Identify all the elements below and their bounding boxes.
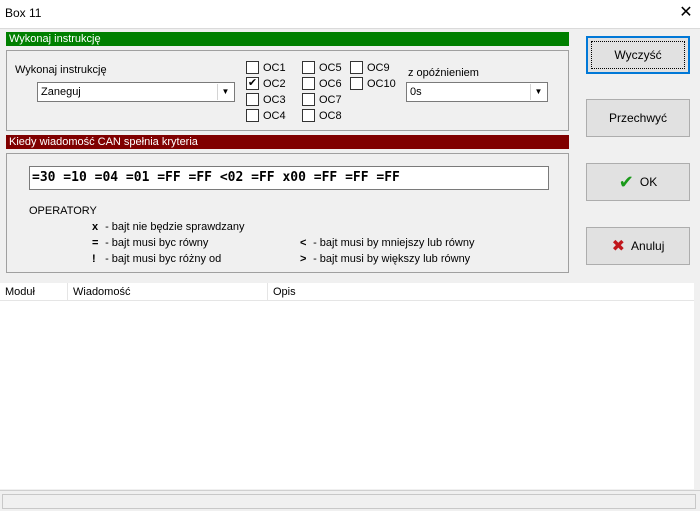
- clear-button[interactable]: Wyczyść: [586, 36, 690, 74]
- criteria-input[interactable]: =30 =10 =04 =01 =FF =FF <02 =FF x00 =FF …: [29, 166, 549, 190]
- oc-column-2: OC5 OC6 OC7 OC8: [302, 61, 342, 125]
- oc5-checkbox[interactable]: [302, 61, 315, 74]
- delay-label: z opóźnieniem: [408, 67, 479, 79]
- capture-button-label: Przechwyć: [608, 111, 667, 125]
- title-bar: Box 11 ✕: [0, 0, 700, 28]
- operator-dash: -: [105, 253, 112, 265]
- oc1-checkbox[interactable]: [246, 61, 259, 74]
- operator-dash: -: [313, 253, 320, 265]
- oc4-label: OC4: [263, 109, 286, 122]
- operator-row: x - bajt nie będzie sprawdzany: [92, 221, 245, 237]
- execute-section-title: Wykonaj instrukcję: [9, 33, 101, 45]
- oc-checkbox-row[interactable]: OC7: [302, 93, 342, 109]
- oc7-checkbox[interactable]: [302, 93, 315, 106]
- operator-row: < - bajt musi by mniejszy lub równy: [300, 237, 474, 253]
- criteria-section-header: Kiedy wiadomość CAN spełnia kryteria: [6, 135, 569, 149]
- cancel-button-label: Anuluj: [631, 239, 665, 253]
- oc-checkbox-row[interactable]: OC8: [302, 109, 342, 125]
- operator-description: bajt musi byc różny od: [111, 253, 222, 265]
- chevron-down-icon[interactable]: ▼: [530, 84, 546, 100]
- instruction-select[interactable]: Zaneguj ▼: [37, 82, 235, 102]
- checkmark-icon: ✔: [618, 171, 634, 192]
- operators-left: x - bajt nie będzie sprawdzany = - bajt …: [92, 221, 245, 269]
- capture-button[interactable]: Przechwyć: [586, 99, 690, 137]
- list-header: Moduł Wiadomość Opis: [0, 283, 694, 301]
- operator-symbol: !: [92, 253, 96, 265]
- oc8-label: OC8: [319, 109, 342, 122]
- oc-checkbox-row[interactable]: OC10: [350, 77, 396, 93]
- operator-symbol: <: [300, 237, 307, 249]
- status-bar: [0, 490, 700, 511]
- status-segment: [2, 494, 696, 509]
- delay-select[interactable]: 0s ▼: [406, 82, 548, 102]
- operators-title: OPERATORY: [29, 205, 97, 217]
- oc2-checkbox[interactable]: ✔: [246, 77, 259, 90]
- column-header-description[interactable]: Opis: [268, 283, 694, 301]
- operator-description: bajt nie będzie sprawdzany: [111, 221, 245, 233]
- oc6-label: OC6: [319, 77, 342, 90]
- oc3-checkbox[interactable]: [246, 93, 259, 106]
- instruction-label: Wykonaj instrukcję: [15, 64, 107, 76]
- oc-column-3: OC9 OC10: [350, 61, 396, 93]
- operator-description: bajt musi byc równy: [111, 237, 209, 249]
- criteria-section-title: Kiedy wiadomość CAN spełnia kryteria: [9, 136, 198, 148]
- operator-row: > - bajt musi by większy lub równy: [300, 253, 474, 269]
- cancel-x-icon: ✖: [611, 238, 626, 255]
- delay-select-value: 0s: [410, 86, 422, 98]
- oc8-checkbox[interactable]: [302, 109, 315, 122]
- oc10-checkbox[interactable]: [350, 77, 363, 90]
- oc-checkbox-row[interactable]: OC4: [246, 109, 286, 125]
- close-icon[interactable]: ✕: [677, 4, 695, 22]
- cancel-button[interactable]: ✖ Anuluj: [586, 227, 690, 265]
- operators-right: < - bajt musi by mniejszy lub równy > - …: [300, 237, 474, 269]
- column-header-module[interactable]: Moduł: [0, 283, 68, 301]
- message-list[interactable]: [0, 301, 694, 489]
- operator-row: ! - bajt musi byc różny od: [92, 253, 245, 269]
- window-title: Box 11: [5, 6, 42, 20]
- oc3-label: OC3: [263, 93, 286, 106]
- column-header-message[interactable]: Wiadomość: [68, 283, 268, 301]
- instruction-select-value: Zaneguj: [41, 86, 81, 98]
- operator-symbol: x: [92, 221, 99, 233]
- oc10-label: OC10: [367, 77, 396, 90]
- oc-checkbox-row[interactable]: ✔ OC2: [246, 77, 286, 93]
- chevron-down-icon[interactable]: ▼: [217, 84, 233, 100]
- operator-symbol: =: [92, 237, 99, 249]
- oc9-label: OC9: [367, 61, 390, 74]
- oc5-label: OC5: [319, 61, 342, 74]
- execute-section-header: Wykonaj instrukcję: [6, 32, 569, 46]
- oc-column-1: OC1 ✔ OC2 OC3 OC4: [246, 61, 286, 125]
- operator-dash: -: [313, 237, 320, 249]
- oc6-checkbox[interactable]: [302, 77, 315, 90]
- oc-checkbox-row[interactable]: OC3: [246, 93, 286, 109]
- operator-dash: -: [105, 221, 112, 233]
- oc-checkbox-row[interactable]: OC6: [302, 77, 342, 93]
- ok-button-label: OK: [639, 175, 658, 189]
- operator-description: bajt musi by większy lub równy: [319, 253, 471, 265]
- ok-button[interactable]: ✔ OK: [586, 163, 690, 201]
- oc-checkbox-row[interactable]: OC5: [302, 61, 342, 77]
- oc-checkbox-row[interactable]: OC1: [246, 61, 286, 77]
- clear-button-label: Wyczyść: [614, 48, 662, 62]
- oc9-checkbox[interactable]: [350, 61, 363, 74]
- oc7-label: OC7: [319, 93, 342, 106]
- oc2-label: OC2: [263, 77, 286, 90]
- operator-dash: -: [105, 237, 112, 249]
- oc1-label: OC1: [263, 61, 286, 74]
- operator-row: = - bajt musi byc równy: [92, 237, 245, 253]
- operator-symbol: >: [300, 253, 307, 265]
- list-right-gutter: [694, 283, 700, 489]
- oc-checkbox-row[interactable]: OC9: [350, 61, 396, 77]
- oc4-checkbox[interactable]: [246, 109, 259, 122]
- operator-description: bajt musi by mniejszy lub równy: [319, 237, 475, 249]
